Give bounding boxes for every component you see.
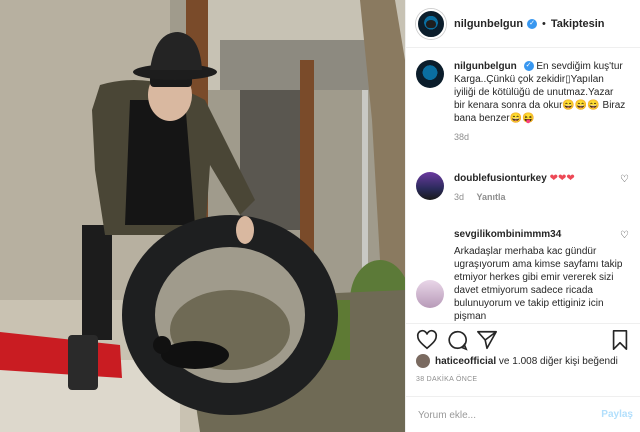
post-side-panel: nilgunbelgun ✓ • Takiptesin nilgunbelgun… <box>405 0 640 432</box>
caption-age[interactable]: 38d <box>454 132 469 142</box>
liker-username[interactable]: haticeofficial <box>435 356 496 367</box>
post-photo[interactable] <box>0 0 405 432</box>
verified-badge-icon: ✓ <box>523 61 534 72</box>
like-comment-heart-icon[interactable]: ♡ <box>620 230 629 241</box>
separator-dot: • <box>542 17 546 30</box>
share-icon[interactable] <box>476 329 498 351</box>
comment-text: ❤❤❤ <box>549 173 575 184</box>
commenter-avatar[interactable] <box>416 172 444 200</box>
liker-avatar[interactable] <box>416 354 430 368</box>
comment-username[interactable]: doublefusionturkey <box>454 173 547 184</box>
author-avatar[interactable] <box>416 8 446 39</box>
action-bar <box>406 323 640 353</box>
author-username[interactable]: nilgunbelgun <box>454 18 523 30</box>
post-comment-button[interactable]: Paylaş <box>601 409 633 420</box>
comment-icon[interactable] <box>446 329 468 351</box>
post-timestamp[interactable]: 38 DAKİKA ÖNCE <box>416 376 477 383</box>
photo-scene <box>0 0 405 432</box>
comment-list[interactable]: nilgunbelgun ✓ En sevdiğim kuş'tur Karga… <box>406 48 640 323</box>
like-comment-heart-icon[interactable]: ♡ <box>620 174 629 185</box>
post-header: nilgunbelgun ✓ • Takiptesin <box>406 0 640 48</box>
likes-summary: haticeofficial ve 1.008 diğer kişi beğen… <box>416 353 636 369</box>
verified-badge-icon: ✓ <box>527 18 538 29</box>
comment-age[interactable]: 3d <box>454 192 464 202</box>
bookmark-icon[interactable] <box>609 329 631 351</box>
comment-username[interactable]: sevgilikombinimmm34 <box>454 229 561 240</box>
comment-text: Arkadaşlar merhaba kac gündür ugraşıyoru… <box>454 246 623 322</box>
caption-avatar[interactable] <box>416 60 444 88</box>
likes-count-text[interactable]: ve 1.008 diğer kişi beğendi <box>496 356 618 367</box>
commenter-avatar[interactable] <box>416 280 444 308</box>
caption-username[interactable]: nilgunbelgun <box>454 61 517 72</box>
heart-icon[interactable] <box>416 329 438 351</box>
add-comment-bar: Paylaş <box>406 396 640 432</box>
reply-button[interactable]: Yanıtla <box>477 192 506 202</box>
following-button[interactable]: Takiptesin <box>551 18 605 30</box>
comment-input[interactable] <box>418 405 588 425</box>
